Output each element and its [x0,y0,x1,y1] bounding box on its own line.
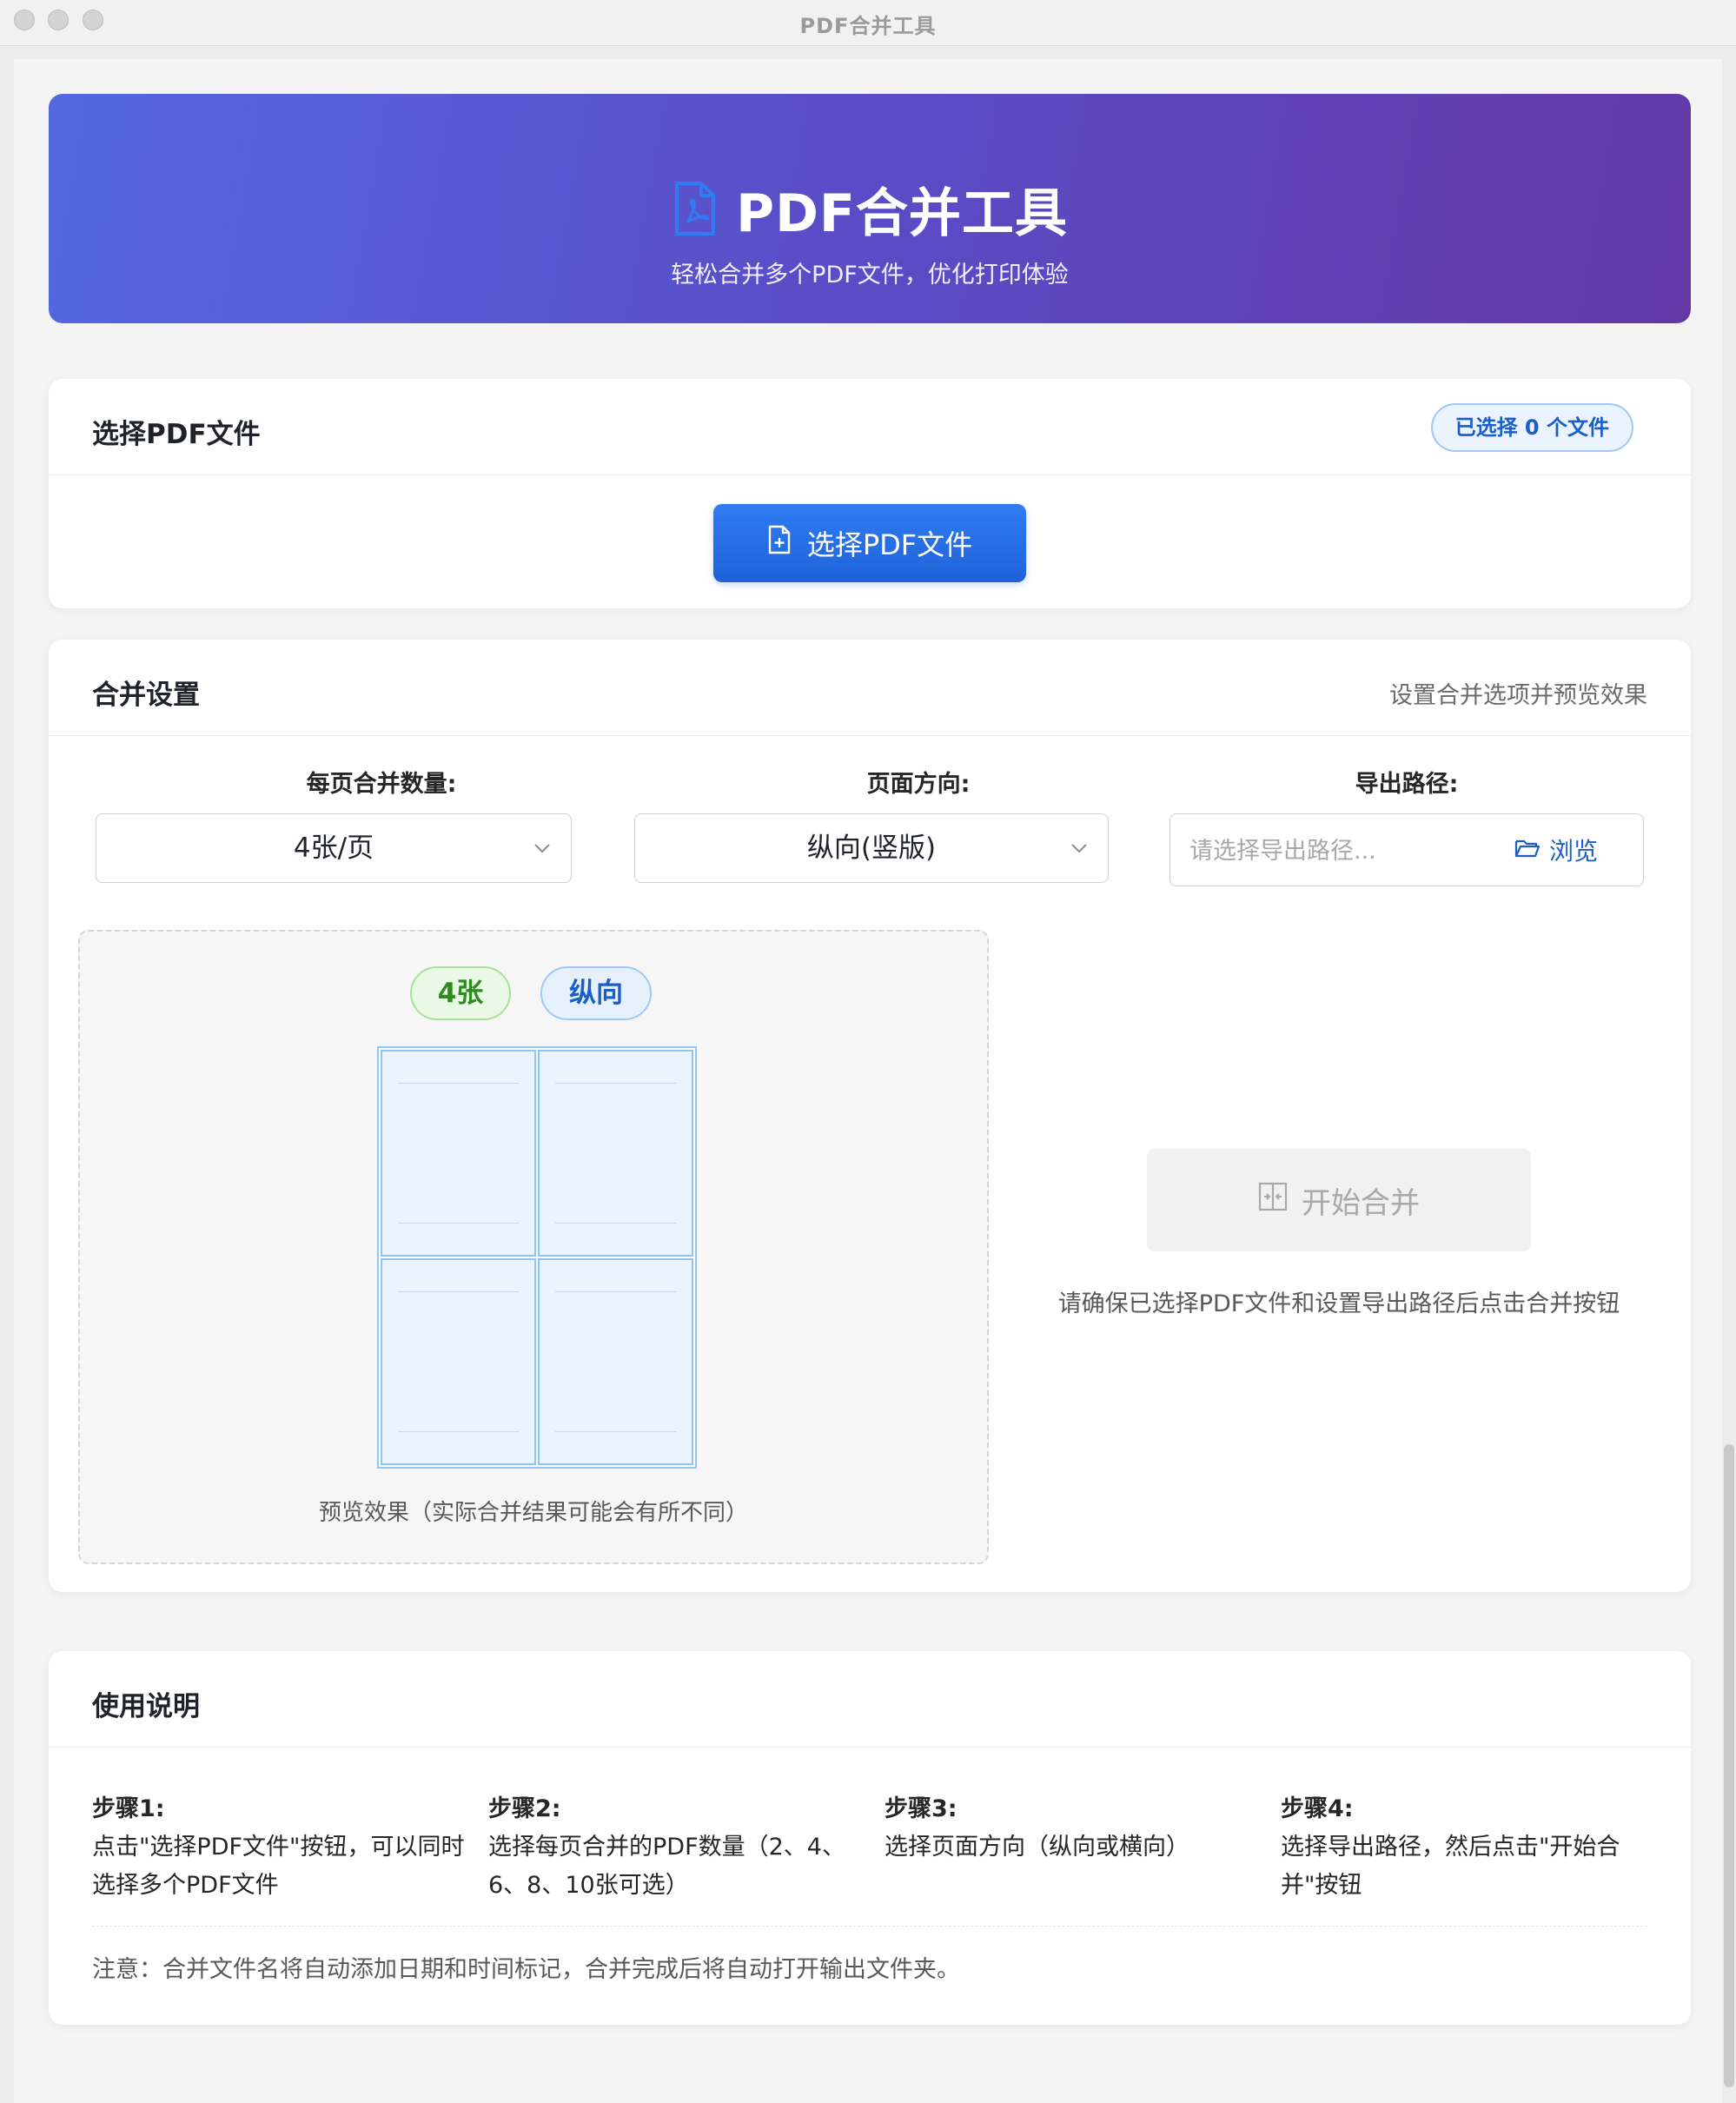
start-merge-button[interactable]: 开始合并 [1147,1149,1531,1251]
orientation-value: 纵向(竖版) [806,833,937,864]
window-title: PDF合并工具 [799,14,937,38]
merge-hint: 请确保已选择PDF文件和设置导出路径后点击合并按钮 [1057,1290,1620,1317]
card-header: 使用说明 [49,1651,1691,1748]
orientation-select[interactable]: 纵向(竖版) [634,813,1109,883]
app-subtitle: 轻松合并多个PDF文件，优化打印体验 [671,262,1069,289]
folder-open-icon [1514,836,1541,865]
per-page-label: 每页合并数量: [306,771,457,798]
step-text: 选择每页合并的PDF数量（2、4、6、8、10张可选） [488,1834,845,1899]
preview-page [381,1258,536,1465]
card-title: 选择PDF文件 [92,419,261,450]
merge-settings-card: 合并设置 设置合并选项并预览效果 每页合并数量: 4张/页 页面方向: 纵向(竖… [49,640,1691,1592]
chevron-down-icon [1070,814,1089,909]
export-path-input[interactable] [1188,832,1478,870]
scrollbar[interactable] [1724,1444,1734,2087]
step-title: 步骤2: [488,1795,561,1822]
select-pdf-button[interactable]: 选择PDF文件 [713,504,1026,582]
card-title: 合并设置 [92,680,200,711]
app-title: PDF合并工具 [736,182,1068,244]
step-text: 选择导出路径，然后点击"开始合并"按钮 [1281,1834,1620,1899]
export-path-field: 浏览 [1169,813,1644,886]
steps-list: 步骤1: 点击"选择PDF文件"按钮，可以同时选择多个PDF文件 步骤2: 选择… [92,1790,1647,1912]
card-header: 合并设置 设置合并选项并预览效果 [49,640,1691,736]
step-title: 步骤4: [1281,1795,1354,1822]
divider [92,1926,1647,1927]
card-header: 选择PDF文件 已选择 0 个文件 [49,379,1691,475]
export-path-label: 导出路径: [1355,771,1459,798]
step-item: 步骤4: 选择导出路径，然后点击"开始合并"按钮 [1281,1790,1654,1905]
orientation-pill: 纵向 [540,966,652,1020]
per-page-select[interactable]: 4张/页 [96,813,572,883]
card-title: 使用说明 [92,1691,200,1722]
pdf-file-icon [672,181,717,236]
preview-page [538,1050,693,1257]
step-text: 点击"选择PDF文件"按钮，可以同时选择多个PDF文件 [92,1834,465,1899]
browse-button[interactable]: 浏览 [1514,832,1598,868]
usage-note: 注意：合并文件名将自动添加日期和时间标记，合并完成后将自动打开输出文件夹。 [92,1956,960,1983]
settings-hint: 设置合并选项并预览效果 [1389,682,1647,709]
pages-count-pill: 4张 [410,966,511,1020]
preview-sheet [377,1046,697,1469]
chevron-down-icon [533,814,552,909]
select-files-card: 选择PDF文件 已选择 0 个文件 选择PDF文件 [49,379,1691,608]
step-title: 步骤3: [885,1795,957,1822]
step-text: 选择页面方向（纵向或横向） [885,1834,1189,1861]
title-bar: PDF合并工具 [0,0,1736,46]
merge-icon [1258,1182,1288,1219]
step-item: 步骤3: 选择页面方向（纵向或横向） [885,1790,1258,1867]
file-add-icon [767,525,792,561]
selected-count-badge: 已选择 0 个文件 [1430,403,1633,452]
select-pdf-button-label: 选择PDF文件 [806,528,973,561]
layout-preview: 4张 纵向 预览效果（实际合并结果可能会有所不同） [78,930,989,1564]
orientation-label: 页面方向: [866,771,971,798]
step-title: 步骤1: [92,1795,165,1822]
step-item: 步骤1: 点击"选择PDF文件"按钮，可以同时选择多个PDF文件 [92,1790,466,1905]
preview-page [538,1258,693,1465]
start-merge-label: 开始合并 [1302,1185,1420,1221]
preview-page [381,1050,536,1257]
usage-instructions-card: 使用说明 步骤1: 点击"选择PDF文件"按钮，可以同时选择多个PDF文件 步骤… [49,1651,1691,2025]
step-item: 步骤2: 选择每页合并的PDF数量（2、4、6、8、10张可选） [488,1790,862,1905]
per-page-value: 4张/页 [293,833,374,864]
hero-banner: PDF合并工具 轻松合并多个PDF文件，优化打印体验 [49,94,1691,323]
preview-caption: 预览效果（实际合并结果可能会有所不同） [318,1500,748,1526]
browse-button-label: 浏览 [1548,837,1598,866]
